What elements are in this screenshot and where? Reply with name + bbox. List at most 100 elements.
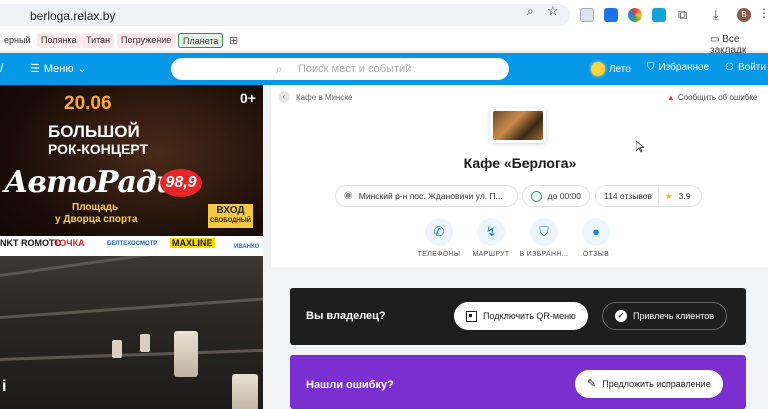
sponsor-logo: ТОЧКА xyxy=(54,238,85,248)
bookmark-icon: ⛉ xyxy=(530,218,558,246)
interior-photo xyxy=(0,256,263,409)
pendant-lamp xyxy=(140,334,150,352)
banner-headline: БОЛЬШОЙ xyxy=(48,122,140,141)
owner-banner: Вы владелец? Подключить QR-меню ✓ Привле… xyxy=(290,288,746,345)
hours-chip[interactable]: до 00:00 xyxy=(522,185,590,207)
color-extension-icon[interactable] xyxy=(628,8,642,22)
attract-clients-button[interactable]: ✓ Привлечь клиентов xyxy=(602,302,728,330)
puzzle-icon[interactable]: ⧉ xyxy=(678,7,687,23)
weather-button[interactable]: Лето xyxy=(591,62,631,76)
hamburger-icon: ☰ xyxy=(30,63,40,75)
search-placeholder: Поиск мест и событий xyxy=(298,63,412,75)
sponsor-logo: MAXLINE xyxy=(170,238,215,248)
shield-extension-icon[interactable] xyxy=(580,8,594,22)
suggest-fix-label: Предложить исправление xyxy=(602,379,711,389)
owner-question: Вы владелец? xyxy=(306,310,386,322)
phone-icon: ✆ xyxy=(425,218,453,246)
qr-menu-label: Подключить QR-меню xyxy=(483,311,576,321)
bookmarks-bar: ерный Полянка Титан Погружение Планета ⊞… xyxy=(0,30,768,56)
weather-label: Лето xyxy=(609,63,631,75)
entry-label: ВХОД xyxy=(216,205,245,216)
bookmark-item[interactable]: Погружение xyxy=(117,33,176,48)
address-text: Минский р-н пос. Ждановичи ул. П... xyxy=(358,191,503,201)
ceiling-beam xyxy=(0,256,263,277)
pendant-lamp xyxy=(112,340,122,358)
site-info-icon[interactable] xyxy=(0,9,8,21)
sponsor-strip: NKT ROMOTO ТОЧКА БЕЛТЕХОСМОТР MAXLINE ИВ… xyxy=(0,236,263,256)
search-input[interactable]: ⌕ Поиск мест и событий xyxy=(171,58,509,80)
favorites-label: Избранное xyxy=(658,62,710,73)
star-icon: ★ xyxy=(665,191,673,201)
user-icon: ⚇ xyxy=(725,62,734,73)
banner-date: 20.06 xyxy=(64,93,112,114)
banner-subheadline: РОК-КОНЦЕРТ xyxy=(48,141,149,157)
more-menu-icon[interactable]: ⋮ xyxy=(758,6,768,20)
age-rating: 0+ xyxy=(240,90,256,106)
bookmark-item[interactable]: ерный xyxy=(0,33,34,48)
pendant-lamp xyxy=(174,331,198,377)
chip-divider xyxy=(658,189,660,203)
bookmark-item[interactable]: Полянка xyxy=(37,33,81,48)
route-icon: ↯ xyxy=(477,218,505,246)
rating-value: 3.9 xyxy=(678,191,691,201)
profile-avatar[interactable]: B xyxy=(737,8,751,22)
download-icon[interactable]: ⤓ xyxy=(713,7,719,23)
ceiling-beam xyxy=(0,297,263,319)
banner-venue-detail: у Дворца спорта xyxy=(55,214,138,225)
search-icon: ⌕ xyxy=(276,62,283,76)
reviews-count: 114 отзывов xyxy=(604,191,653,201)
bookmark-star-icon[interactable]: ☆ xyxy=(547,3,559,19)
url-text[interactable]: berloga.relax.by xyxy=(30,9,115,23)
sponsor-logo: NKT ROMOTO xyxy=(0,238,62,248)
logo-fragment[interactable]: / xyxy=(0,61,3,75)
sponsor-logo: БЕЛТЕХОСМОТР xyxy=(107,241,158,247)
pencil-icon: ✎ xyxy=(587,378,597,390)
qr-icon xyxy=(466,310,477,322)
pendant-lamp xyxy=(232,374,258,409)
chat-bubble-icon: ● xyxy=(582,218,610,246)
free-entry-badge: ВХОД СВОБОДНЫЙ xyxy=(208,204,253,228)
attract-clients-label: Привлечь клиентов xyxy=(633,311,715,321)
mistake-question: Нашли ошибку? xyxy=(306,379,394,391)
qr-menu-button[interactable]: Подключить QR-меню xyxy=(454,302,588,330)
note-extension-icon[interactable] xyxy=(652,8,666,22)
chevron-down-icon: ⌄ xyxy=(77,63,87,75)
clock-icon xyxy=(531,190,542,202)
browser-toolbar: berloga.relax.by ⌕ ☆ ⧉ ⤓ B ⋮ xyxy=(0,0,768,30)
hours-text: до 00:00 xyxy=(547,191,581,201)
login-button[interactable]: ⚇ Войти xyxy=(725,62,766,73)
photo-overlay-letter: i xyxy=(2,378,7,395)
breadcrumb[interactable]: Кафе в Минске xyxy=(296,93,352,102)
zoom-icon[interactable]: ⌕ xyxy=(527,4,534,19)
banner-venue: Площадь xyxy=(72,202,119,213)
concert-banner[interactable]: 20.06 0+ БОЛЬШОЙ РОК-КОНЦЕРТ АвтоРадио 9… xyxy=(0,85,263,256)
sponsor-logo: ИВАНКО xyxy=(234,244,260,250)
action-label: ОТЗЫВ xyxy=(582,251,610,258)
apps-grid-icon[interactable]: ⊞ xyxy=(229,34,238,47)
reviews-chip[interactable]: 114 отзывов ★ 3.9 xyxy=(595,185,702,207)
bookmark-icon: ⛉ xyxy=(647,62,655,73)
report-error-link[interactable]: ▲ Сообщить об ошибке xyxy=(667,93,758,102)
review-action[interactable]: ● ОТЗЫВ xyxy=(564,218,628,258)
check-circle-icon: ✓ xyxy=(615,310,627,322)
favorites-button[interactable]: ⛉ Избранное xyxy=(647,62,709,73)
download-extension-icon[interactable] xyxy=(604,8,618,22)
report-error-label: Сообщить об ошибке xyxy=(677,93,758,102)
warning-icon: ▲ xyxy=(667,93,675,102)
radio-frequency: 98,9 xyxy=(160,169,202,197)
entry-sub-label: СВОБОДНЫЙ xyxy=(210,218,251,224)
address-chip[interactable]: ◉ Минский р-н пос. Ждановичи ул. П... xyxy=(335,185,518,207)
mouse-cursor-icon xyxy=(636,141,644,153)
bookmark-item[interactable]: Планета xyxy=(178,33,224,48)
back-arrow-icon[interactable]: ‹ xyxy=(278,91,290,103)
menu-label: Меню xyxy=(43,62,74,75)
ceiling-beam xyxy=(0,348,263,361)
menu-button[interactable]: ☰ Меню ⌄ xyxy=(30,62,87,76)
suggest-fix-button[interactable]: ✎ Предложить исправление xyxy=(575,370,723,398)
found-mistake-banner: Нашли ошибку? ✎ Предложить исправление xyxy=(290,355,746,409)
address-bar[interactable]: berloga.relax.by xyxy=(0,4,570,26)
login-label: Войти xyxy=(737,62,766,73)
page-title: Кафе «Берлога» xyxy=(463,155,577,171)
bookmark-item[interactable]: Титан xyxy=(82,33,115,48)
place-logo xyxy=(490,108,546,143)
